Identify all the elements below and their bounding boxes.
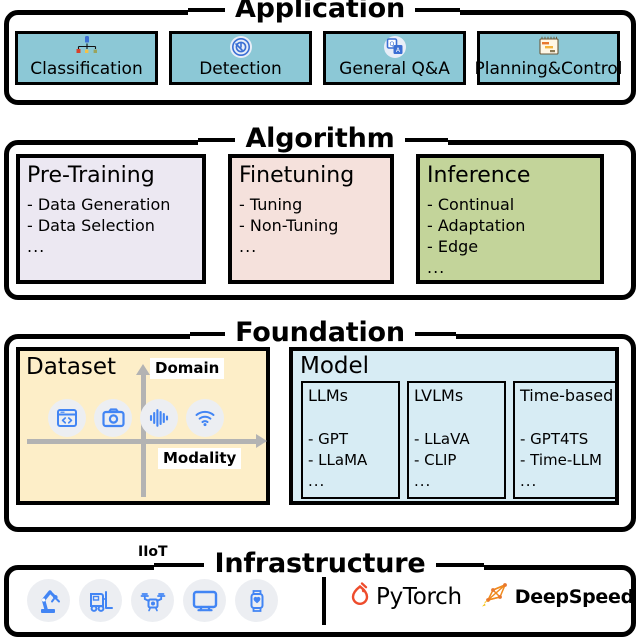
dataset-box[interactable]: Dataset Domain Modality [16, 347, 270, 505]
vendor-name: PyTorch [376, 584, 462, 610]
audio-waveform-icon [140, 399, 178, 437]
algorithm-card-title: Inference [427, 163, 531, 188]
infrastructure-title-rule-right [424, 563, 484, 567]
deepspeed-rocket-icon [480, 581, 510, 613]
model-column-ellipsis: ... [520, 472, 538, 490]
model-column-title: LVLMs [414, 386, 464, 405]
model-column-title: LLMs [308, 386, 348, 405]
model-column-row: LLMs - GPT - LLaMA ... LVLMs - LLaVA - C… [301, 381, 618, 499]
algorithm-card-item: - Tuning [239, 195, 303, 214]
foundation-title-rule-left [190, 332, 248, 336]
model-column-items: - GPT - LLaMA ... [308, 429, 367, 492]
model-column-time-based[interactable]: Time-based - GPT4TS - Time-LLM ... [513, 381, 618, 499]
algorithm-title-rule-left [198, 138, 248, 142]
detection-target-icon [227, 35, 255, 59]
model-column-item: - GPT [308, 430, 349, 448]
algorithm-card-title: Pre-Training [27, 163, 155, 188]
drone-icon [131, 579, 174, 622]
dataset-domain-label: Domain [150, 358, 225, 379]
app-card-label: Planning&Control [474, 59, 623, 79]
app-card-classification[interactable]: Classification [15, 31, 158, 85]
model-column-item: - GPT4TS [520, 430, 589, 448]
algorithm-card-ellipsis: ... [427, 258, 446, 277]
classification-tree-icon [73, 35, 101, 59]
foundation-section: Foundation Dataset Domain Modality Model… [4, 317, 636, 532]
algorithm-card-inference[interactable]: Inference - Continual - Adaptation - Edg… [416, 154, 604, 284]
model-column-lvlms[interactable]: LVLMs - LLaVA - CLIP ... [407, 381, 506, 499]
dataset-title: Dataset [26, 354, 117, 380]
model-column-item: - LLaMA [308, 451, 368, 469]
algorithm-card-title: Finetuning [239, 163, 355, 188]
vendor-name: DeepSpeed [514, 586, 634, 608]
algorithm-title-rule-right [398, 138, 448, 142]
infrastructure-divider [322, 577, 326, 625]
model-column-llms[interactable]: LLMs - GPT - LLaMA ... [301, 381, 400, 499]
qa-chat-icon: Q A [381, 35, 409, 59]
app-card-label: Detection [199, 59, 282, 79]
vendor-deepspeed[interactable]: DeepSpeed [480, 581, 634, 613]
planning-gantt-icon [535, 35, 563, 59]
smartwatch-icon [235, 579, 278, 622]
svg-text:Q: Q [389, 41, 394, 48]
model-column-items: - GPT4TS - Time-LLM ... [520, 429, 602, 492]
dataset-modality-axis [27, 434, 267, 448]
code-window-icon [48, 399, 86, 437]
algorithm-card-ellipsis: ... [27, 237, 46, 256]
model-column-item: - LLaVA [414, 430, 470, 448]
model-box[interactable]: Model LLMs - GPT - LLaMA ... LVLMs - LLa… [289, 347, 619, 505]
infrastructure-section: Infrastructure IIoT PyTorch DeepSpeed [4, 544, 636, 637]
model-column-item: - Time-LLM [520, 451, 602, 469]
model-column-ellipsis: ... [308, 472, 326, 490]
iiot-icon-row [27, 579, 278, 622]
algorithm-card-item: - Adaptation [427, 216, 526, 235]
camera-icon [94, 399, 132, 437]
robot-arm-icon [27, 579, 70, 622]
app-card-label: Classification [30, 59, 143, 79]
algorithm-card-item: - Data Selection [27, 216, 155, 235]
app-card-general-qa[interactable]: Q A General Q&A [323, 31, 466, 85]
model-column-title: Time-based [520, 386, 614, 405]
iiot-label: IIoT [134, 544, 172, 561]
application-title-rule-right [402, 8, 460, 12]
algorithm-card-item: - Edge [427, 237, 479, 256]
model-column-item: - CLIP [414, 451, 457, 469]
algorithm-card-item: - Continual [427, 195, 515, 214]
foundation-title-rule-right [398, 332, 456, 336]
algorithm-card-row: Pre-Training - Data Generation - Data Se… [16, 154, 604, 284]
foundation-content-row: Dataset Domain Modality Model LLMs - GPT… [16, 347, 619, 505]
monitor-icon [183, 579, 226, 622]
model-column-ellipsis: ... [414, 472, 432, 490]
app-card-detection[interactable]: Detection [169, 31, 312, 85]
vendor-pytorch[interactable]: PyTorch [349, 582, 462, 612]
model-title: Model [300, 353, 370, 379]
vendor-logo-row: PyTorch DeepSpeed ··· [349, 581, 640, 613]
algorithm-card-pre-training[interactable]: Pre-Training - Data Generation - Data Se… [16, 154, 206, 284]
infrastructure-title-rule-left [154, 563, 218, 567]
forklift-icon [79, 579, 122, 622]
dataset-modality-label: Modality [158, 448, 242, 469]
algorithm-card-ellipsis: ... [239, 237, 258, 256]
wifi-signal-icon [186, 399, 224, 437]
dataset-modality-icons [48, 399, 224, 437]
algorithm-card-item: - Non-Tuning [239, 216, 339, 235]
app-card-label: General Q&A [339, 59, 450, 79]
algorithm-card-finetuning[interactable]: Finetuning - Tuning - Non-Tuning ... [228, 154, 394, 284]
algorithm-card-item: - Data Generation [27, 195, 171, 214]
application-card-row: Classification Detection Q A General Q&A… [15, 31, 623, 85]
application-section: Application Classification Detection Q A… [4, 0, 636, 105]
algorithm-section: Algorithm Pre-Training - Data Generation… [4, 123, 636, 300]
application-title-rule-left [188, 8, 246, 12]
model-column-items: - LLaVA - CLIP ... [414, 429, 470, 492]
pytorch-flame-icon [349, 582, 371, 612]
app-card-planning-control[interactable]: Planning&Control [474, 31, 623, 85]
